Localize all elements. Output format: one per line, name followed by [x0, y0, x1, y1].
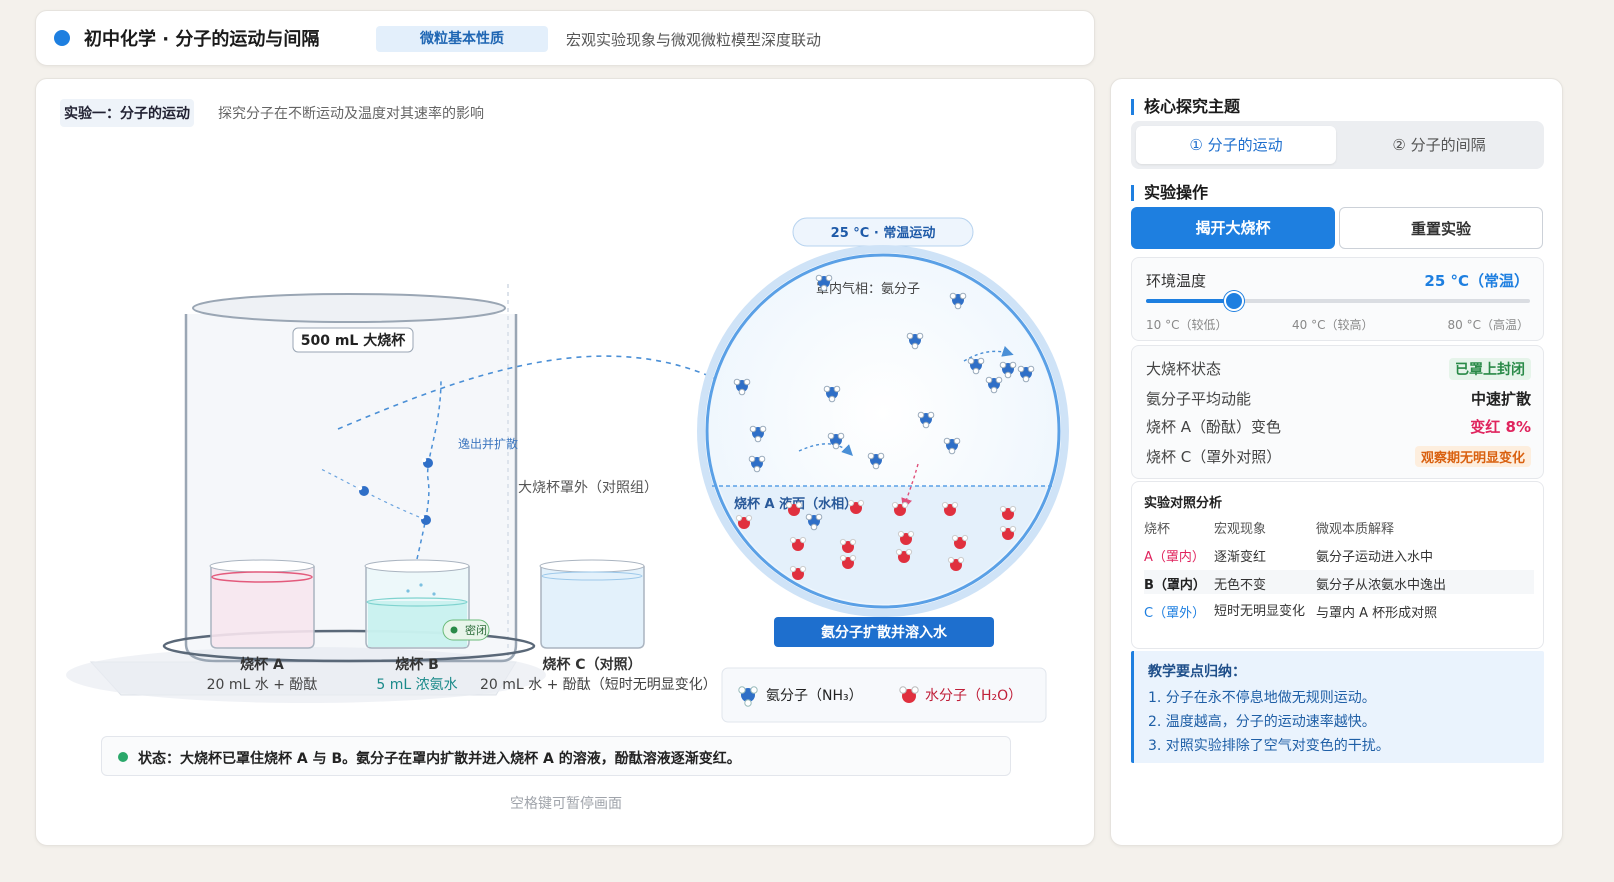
stat-beaker-state-key: 大烧杯状态 — [1146, 360, 1222, 378]
topic-badge: 微粒基本性质 — [376, 26, 548, 52]
topic-tabs: ① 分子的运动 ② 分子的间隔 — [1131, 121, 1544, 169]
beaker-a-rim — [209, 559, 315, 573]
table-cell: C（罩外） — [1144, 606, 1206, 621]
remove-beaker-button[interactable]: 揭开大烧杯 — [1131, 207, 1335, 249]
header-description: 宏观实验现象与微观微粒模型深度联动 — [566, 31, 822, 49]
table-cell: 氨分子从浓氨水中逸出 — [1316, 578, 1447, 593]
sealed-label: 密闭 — [465, 623, 487, 637]
beaker-c-rim — [539, 559, 645, 573]
page-title: 初中化学 · 分子的运动与间隔 — [84, 29, 320, 50]
table-title: 实验对照分析 — [1144, 496, 1223, 511]
beaker-c-content: 20 mL 水 + 酚酞（短时无明显变化） — [480, 677, 717, 693]
vapor-dot — [406, 589, 410, 593]
status-bar: 状态：大烧杯已罩住烧杯 A 与 B。氨分子在罩内扩散并进入烧杯 A 的溶液，酚酞… — [101, 736, 1011, 776]
table-cell: B（罩内） — [1144, 578, 1206, 593]
temp-tick-high: 80 °C（高温） — [1447, 318, 1529, 332]
stat-control-key: 烧杯 C（罩外对照） — [1146, 448, 1282, 466]
big-beaker-label: 500 mL 大烧杯 — [301, 332, 406, 349]
sealed-dot-icon — [450, 626, 458, 634]
micro-gas-label: 罩内气相：氨分子 — [816, 281, 920, 297]
micro-temp-label: 25 °C · 常温运动 — [831, 225, 936, 241]
topic-section-title: 核心探究主题 — [1131, 99, 1240, 115]
vapor-dot — [419, 583, 423, 587]
stat-row: 烧杯 C（罩外对照） 观察期无明显变化 — [1146, 446, 1531, 468]
note-item: 3. 对照实验排除了空气对变色的干扰。 — [1148, 738, 1390, 754]
beaker-a-content: 20 mL 水 + 酚酞 — [207, 677, 318, 693]
table-cell: 短时无明显变化 — [1214, 604, 1306, 619]
reset-button[interactable]: 重置实验 — [1339, 207, 1543, 249]
table-header: 微观本质解释 — [1316, 522, 1395, 537]
vapor-dot — [432, 592, 436, 596]
temperature-slider[interactable] — [1146, 291, 1530, 311]
beaker-b-rim — [364, 559, 470, 573]
stat-control-value: 观察期无明显变化 — [1414, 446, 1531, 467]
table-cell: 无色不变 — [1214, 578, 1267, 593]
status-dot-icon — [118, 752, 128, 762]
table-row: B（罩内） 无色不变 氨分子从浓氨水中逸出 — [1144, 570, 1534, 594]
beaker-b-content: 5 mL 浓氨水 — [376, 677, 457, 693]
beaker-b-name: 烧杯 B — [395, 656, 439, 673]
ops-section-title: 实验操作 — [1131, 185, 1208, 201]
beaker-c-name: 烧杯 C（对照） — [542, 656, 641, 673]
legend-water-label: 水分子（H₂O） — [925, 688, 1022, 704]
experiment-scene: 500 mL 大烧杯 密闭 逸出并扩散 大烧杯罩外（对照组） 烧杯 A 20 m… — [66, 217, 1069, 723]
stat-color-change-key: 烧杯 A（酚酞）变色 — [1146, 418, 1282, 436]
stat-row: 大烧杯状态 已罩上封闭 — [1146, 358, 1531, 380]
beaker-a — [210, 566, 315, 649]
stat-row: 氨分子平均动能 中速扩散 — [1146, 388, 1531, 410]
temperature-label: 环境温度 — [1146, 272, 1207, 290]
tab-molecule-motion[interactable]: ① 分子的运动 — [1136, 126, 1336, 164]
notes-title: 教学要点归纳： — [1148, 664, 1246, 680]
control-panel: 核心探究主题 ① 分子的运动 ② 分子的间隔 实验操作 揭开大烧杯 重置实验 环… — [1110, 78, 1563, 846]
status-text: 状态：大烧杯已罩住烧杯 A 与 B。氨分子在罩内扩散并进入烧杯 A 的溶液，酚酞… — [138, 751, 741, 767]
table-cell: A（罩内） — [1144, 550, 1205, 565]
legend-ammonia-label: 氨分子（NH₃） — [766, 688, 863, 704]
header-bar: 初中化学 · 分子的运动与间隔 微粒基本性质 宏观实验现象与微观微粒模型深度联动 — [35, 10, 1095, 66]
table-cell: 氨分子运动进入水中 — [1316, 550, 1434, 565]
stat-color-change-value: 变红 8% — [1470, 418, 1531, 436]
outside-label: 大烧杯罩外（对照组） — [518, 480, 658, 496]
experiment-stage: 实验一：分子的运动 探究分子在不断运动及温度对其速率的影响 500 mL 大烧杯 — [35, 78, 1095, 846]
table-header: 宏观现象 — [1214, 522, 1267, 537]
stat-energy-key: 氨分子平均动能 — [1146, 390, 1252, 408]
header-dot-icon — [54, 30, 70, 46]
status-stats: 大烧杯状态 已罩上封闭 氨分子平均动能 中速扩散 烧杯 A（酚酞）变色 变红 8… — [1131, 345, 1544, 479]
table-row: A（罩内） 逐渐变红 氨分子运动进入水中 — [1144, 546, 1534, 572]
note-item: 2. 温度越高，分子的运动速率越快。 — [1148, 714, 1376, 730]
stat-energy-value: 中速扩散 — [1470, 390, 1531, 408]
temp-tick-mid: 40 °C（较高） — [1292, 318, 1374, 332]
tab-molecule-spacing[interactable]: ② 分子的间隔 — [1339, 126, 1539, 164]
table-cell: 与罩内 A 杯形成对照 — [1316, 606, 1438, 621]
note-item: 1. 分子在永不停息地做无规则运动。 — [1148, 690, 1376, 706]
temperature-slider-handle[interactable] — [1224, 291, 1245, 311]
stat-row: 烧杯 A（酚酞）变色 变红 8% — [1146, 416, 1531, 438]
comparison-table: 实验对照分析 烧杯 宏观现象 微观本质解释 A（罩内） 逐渐变红 氨分子运动进入… — [1131, 481, 1544, 649]
table-header-row: 烧杯 宏观现象 微观本质解释 — [1144, 518, 1534, 540]
escape-label: 逸出并扩散 — [458, 436, 518, 451]
table-row: C（罩外） 短时无明显变化 与罩内 A 杯形成对照 — [1144, 602, 1534, 642]
temp-tick-low: 10 °C（较低） — [1146, 318, 1228, 332]
table-header: 烧杯 — [1144, 522, 1171, 537]
stat-beaker-state-value: 已罩上封闭 — [1449, 358, 1531, 380]
pause-hint: 空格键可暂停画面 — [510, 796, 622, 812]
big-beaker-rim — [192, 293, 506, 323]
temperature-value: 25 °C（常温） — [1424, 272, 1529, 290]
teaching-notes: 教学要点归纳： 1. 分子在永不停息地做无规则运动。 2. 温度越高，分子的运动… — [1131, 651, 1544, 763]
temperature-slider-fill — [1146, 299, 1235, 303]
table-cell: 逐渐变红 — [1214, 550, 1267, 565]
beaker-a-name: 烧杯 A — [240, 656, 284, 673]
temperature-control: 环境温度 25 °C（常温） 10 °C（较低） 40 °C（较高） 80 °C… — [1131, 257, 1544, 341]
micro-caption: 氨分子扩散并溶入水 — [821, 624, 948, 641]
